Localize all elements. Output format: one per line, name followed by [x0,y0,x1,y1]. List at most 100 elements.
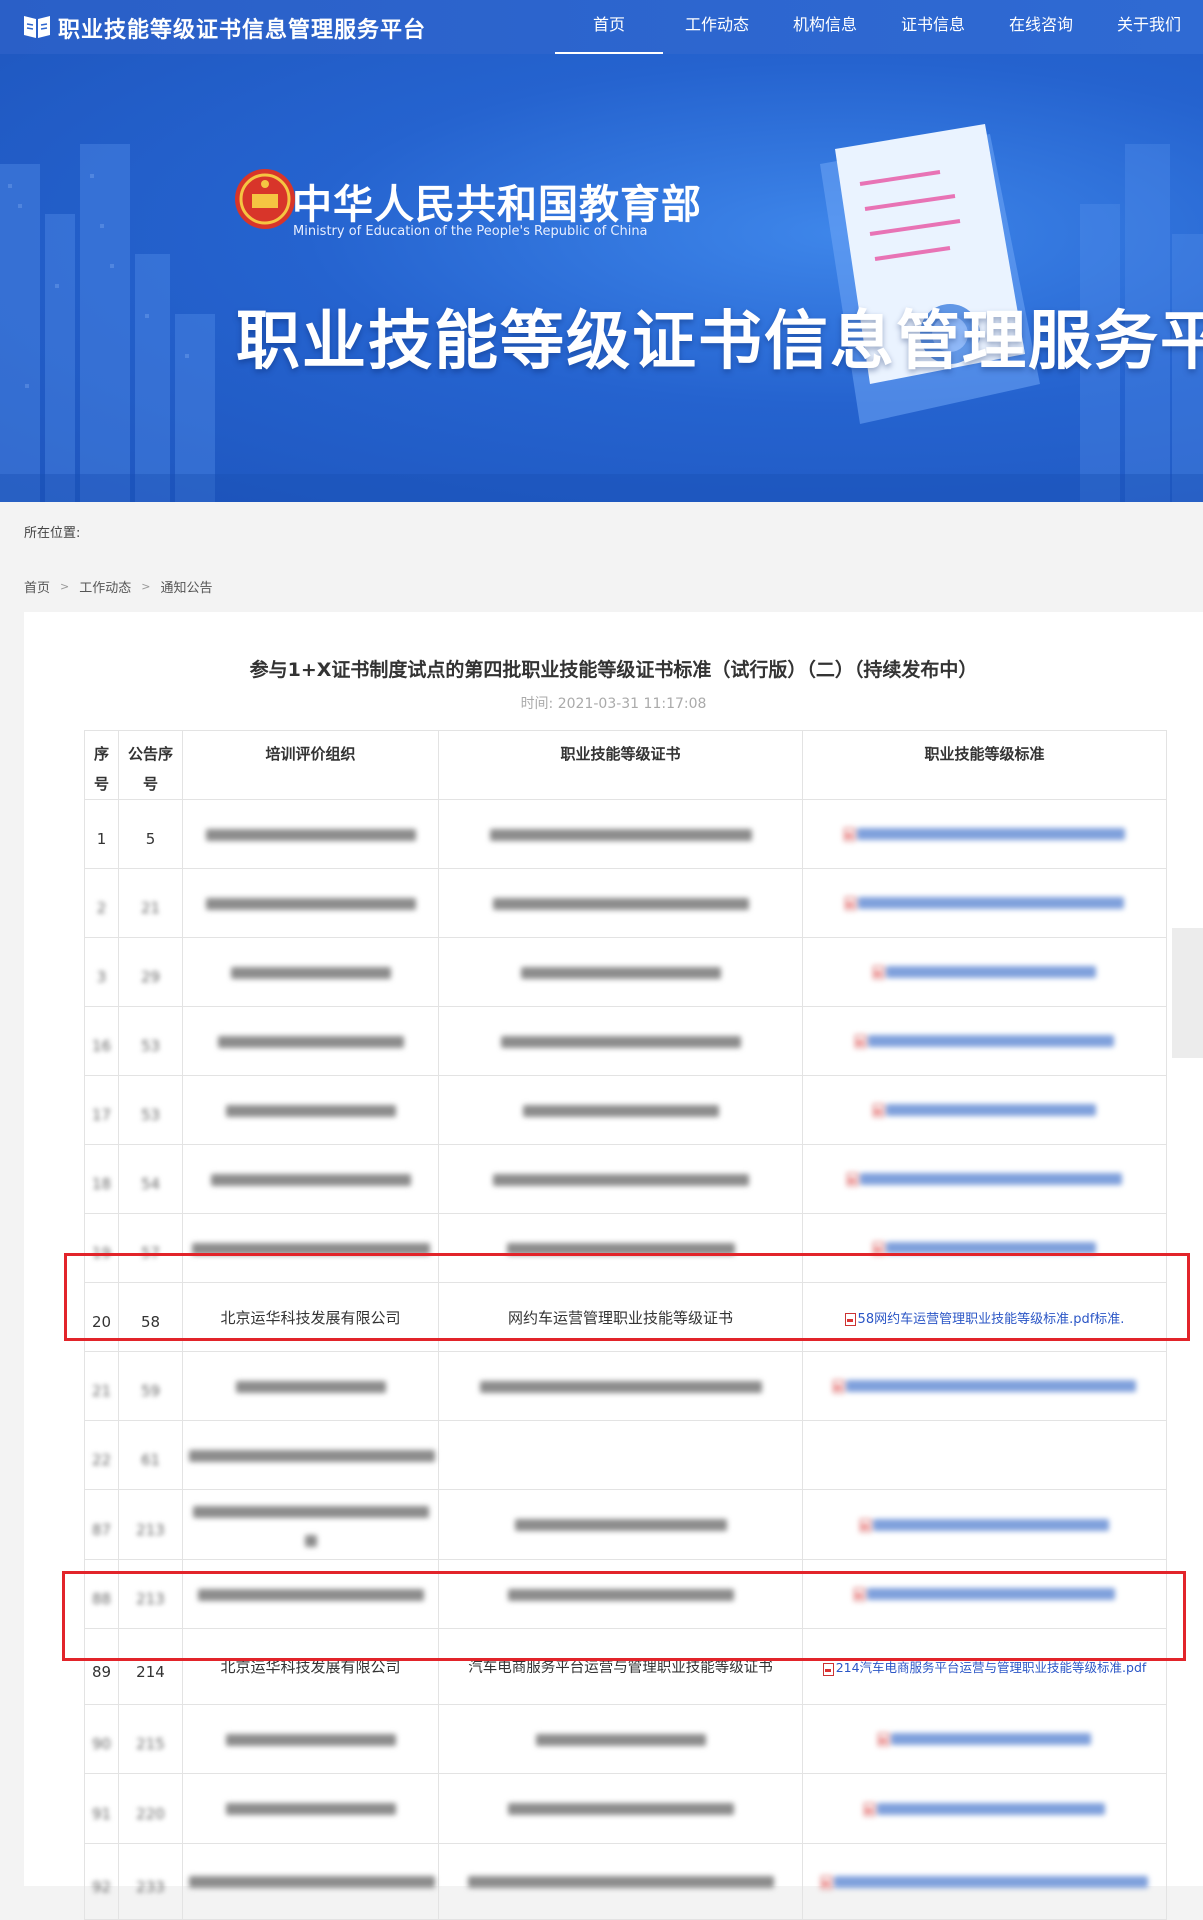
ministry-name-cn: 中华人民共和国教育部 [292,182,702,228]
table-row: 22 61 [84,1420,1167,1490]
row-org: 北京运华科技发展有限公司 [182,1628,439,1705]
table-row: 2 21 [84,868,1167,938]
row-cert-redacted [438,1773,803,1844]
row-notice-no-redacted: 29 [140,968,161,986]
table-row: 88 213 [84,1559,1167,1629]
row-std-cell: 58网约车运营管理职业技能等级标准.pdf标准. [802,1282,1167,1352]
row-cert-redacted [438,1006,803,1076]
row-notice-no: 59 [118,1351,183,1421]
row-idx-redacted: 18 [91,1175,112,1193]
row-std-link-redacted[interactable] [802,1773,1167,1844]
hero-banner: 中华人民共和国教育部 Ministry of Education of the … [0,54,1203,502]
breadcrumb-home[interactable]: 首页 [24,577,50,596]
breadcrumb-work-news[interactable]: 工作动态 [79,577,131,596]
row-std-cell: 214汽车电商服务平台运营与管理职业技能等级标准.pdf [802,1628,1167,1705]
row-std-link-redacted[interactable] [802,1704,1167,1774]
row-idx: 91 [84,1773,119,1844]
row-idx-redacted: 88 [91,1590,112,1608]
row-org-redacted [182,937,439,1007]
row-std-link-redacted[interactable] [802,1144,1167,1214]
row-org-redacted [182,1559,439,1629]
row-cert-redacted [438,1351,803,1421]
row-idx: 1 [84,799,119,869]
row-idx: 92 [84,1843,119,1920]
row-notice-no: 58 [118,1282,183,1352]
ministry-name-en: Ministry of Education of the People's Re… [293,224,648,239]
row-cert: 汽车电商服务平台运营与管理职业技能等级证书 [438,1628,803,1705]
article-card: 参与1+X证书制度试点的第四批职业技能等级证书标准（试行版）（二）（持续发布中）… [24,612,1203,1920]
row-idx-redacted: 16 [91,1037,112,1055]
row-idx: 90 [84,1704,119,1774]
row-cert-redacted [438,799,803,869]
table-row-highlighted: 89 214 北京运华科技发展有限公司 汽车电商服务平台运营与管理职业技能等级证… [84,1628,1167,1705]
header-cert: 职业技能等级证书 [438,730,803,800]
row-std-empty [802,1420,1167,1490]
row-std-link-redacted[interactable] [802,799,1167,869]
pdf-file-icon [844,1313,856,1326]
row-idx: 16 [84,1006,119,1076]
pdf-file-icon [822,1662,834,1676]
row-std-link-redacted[interactable] [802,1351,1167,1421]
table-row: 18 54 [84,1144,1167,1214]
standards-table: 序号 公告序号 培训评价组织 职业技能等级证书 职业技能等级标准 1 5 2 2… [84,730,1167,1920]
row-idx-redacted: 17 [91,1106,112,1124]
row-std-link-redacted[interactable] [802,937,1167,1007]
row-idx: 20 [84,1282,119,1352]
row-idx: 18 [84,1144,119,1214]
row-org-redacted [182,1773,439,1844]
row-cert-redacted [438,1075,803,1145]
row-cert-redacted [438,937,803,1007]
row-cert-empty [438,1420,803,1490]
nav-consult[interactable]: 在线咨询 [987,0,1095,54]
row-idx: 17 [84,1075,119,1145]
row-std-link-redacted[interactable] [802,1213,1167,1283]
table-row: 92 233 [84,1843,1167,1920]
nav-certificates[interactable]: 证书信息 [879,0,987,54]
table-header-row: 序号 公告序号 培训评价组织 职业技能等级证书 职业技能等级标准 [84,730,1167,800]
row-org-redacted [182,1213,439,1283]
row-notice-no-redacted: 213 [136,1590,165,1608]
row-idx-redacted: 91 [91,1804,112,1823]
row-notice-no-redacted: 61 [140,1451,161,1469]
row-org-redacted [182,1351,439,1421]
row-notice-no: 233 [118,1843,183,1920]
nav-about[interactable]: 关于我们 [1095,0,1203,54]
side-scroll-tab[interactable] [1172,928,1203,1058]
row-org-redacted [182,1843,439,1920]
table-row: 1 5 [84,799,1167,869]
row-cert-redacted [438,1843,803,1920]
row-org-redacted [182,1489,439,1560]
row-notice-no: 213 [118,1489,183,1560]
row-notice-no-redacted: 54 [140,1175,161,1193]
row-notice-no: 21 [118,868,183,938]
nav-work-news[interactable]: 工作动态 [663,0,771,54]
row-idx: 19 [84,1213,119,1283]
row-std-link-redacted[interactable] [802,1489,1167,1560]
nav-home[interactable]: 首页 [555,0,663,54]
row-cert-redacted [438,1704,803,1774]
row-org-redacted [182,1006,439,1076]
row-notice-no-redacted: 233 [136,1877,165,1896]
row-notice-no: 213 [118,1559,183,1629]
row-notice-no-redacted: 213 [136,1520,165,1539]
row-std-link-redacted[interactable] [802,1843,1167,1920]
row-std-link[interactable]: 58网约车运营管理职业技能等级标准.pdf标准. [858,1312,1125,1327]
row-std-link-redacted[interactable] [802,868,1167,938]
site-title[interactable]: 职业技能等级证书信息管理服务平台 [58,12,426,44]
row-idx-redacted: 21 [91,1382,112,1400]
header-notice-no: 公告序号 [118,730,183,800]
row-cert-redacted [438,1213,803,1283]
row-std-link[interactable]: 214汽车电商服务平台运营与管理职业技能等级标准.pdf [836,1660,1147,1675]
breadcrumb-notices[interactable]: 通知公告 [160,577,212,596]
site-logo-icon[interactable] [22,12,52,40]
row-std-link-redacted[interactable] [802,1559,1167,1629]
row-idx-redacted: 19 [91,1244,112,1262]
nav-institutions[interactable]: 机构信息 [771,0,879,54]
row-org: 北京运华科技发展有限公司 [182,1282,439,1352]
breadcrumb: 首页 > 工作动态 > 通知公告 [24,577,212,596]
row-std-link-redacted[interactable] [802,1075,1167,1145]
row-org-redacted [182,1144,439,1214]
row-notice-no: 53 [118,1006,183,1076]
location-label: 所在位置: [24,526,81,541]
row-std-link-redacted[interactable] [802,1006,1167,1076]
